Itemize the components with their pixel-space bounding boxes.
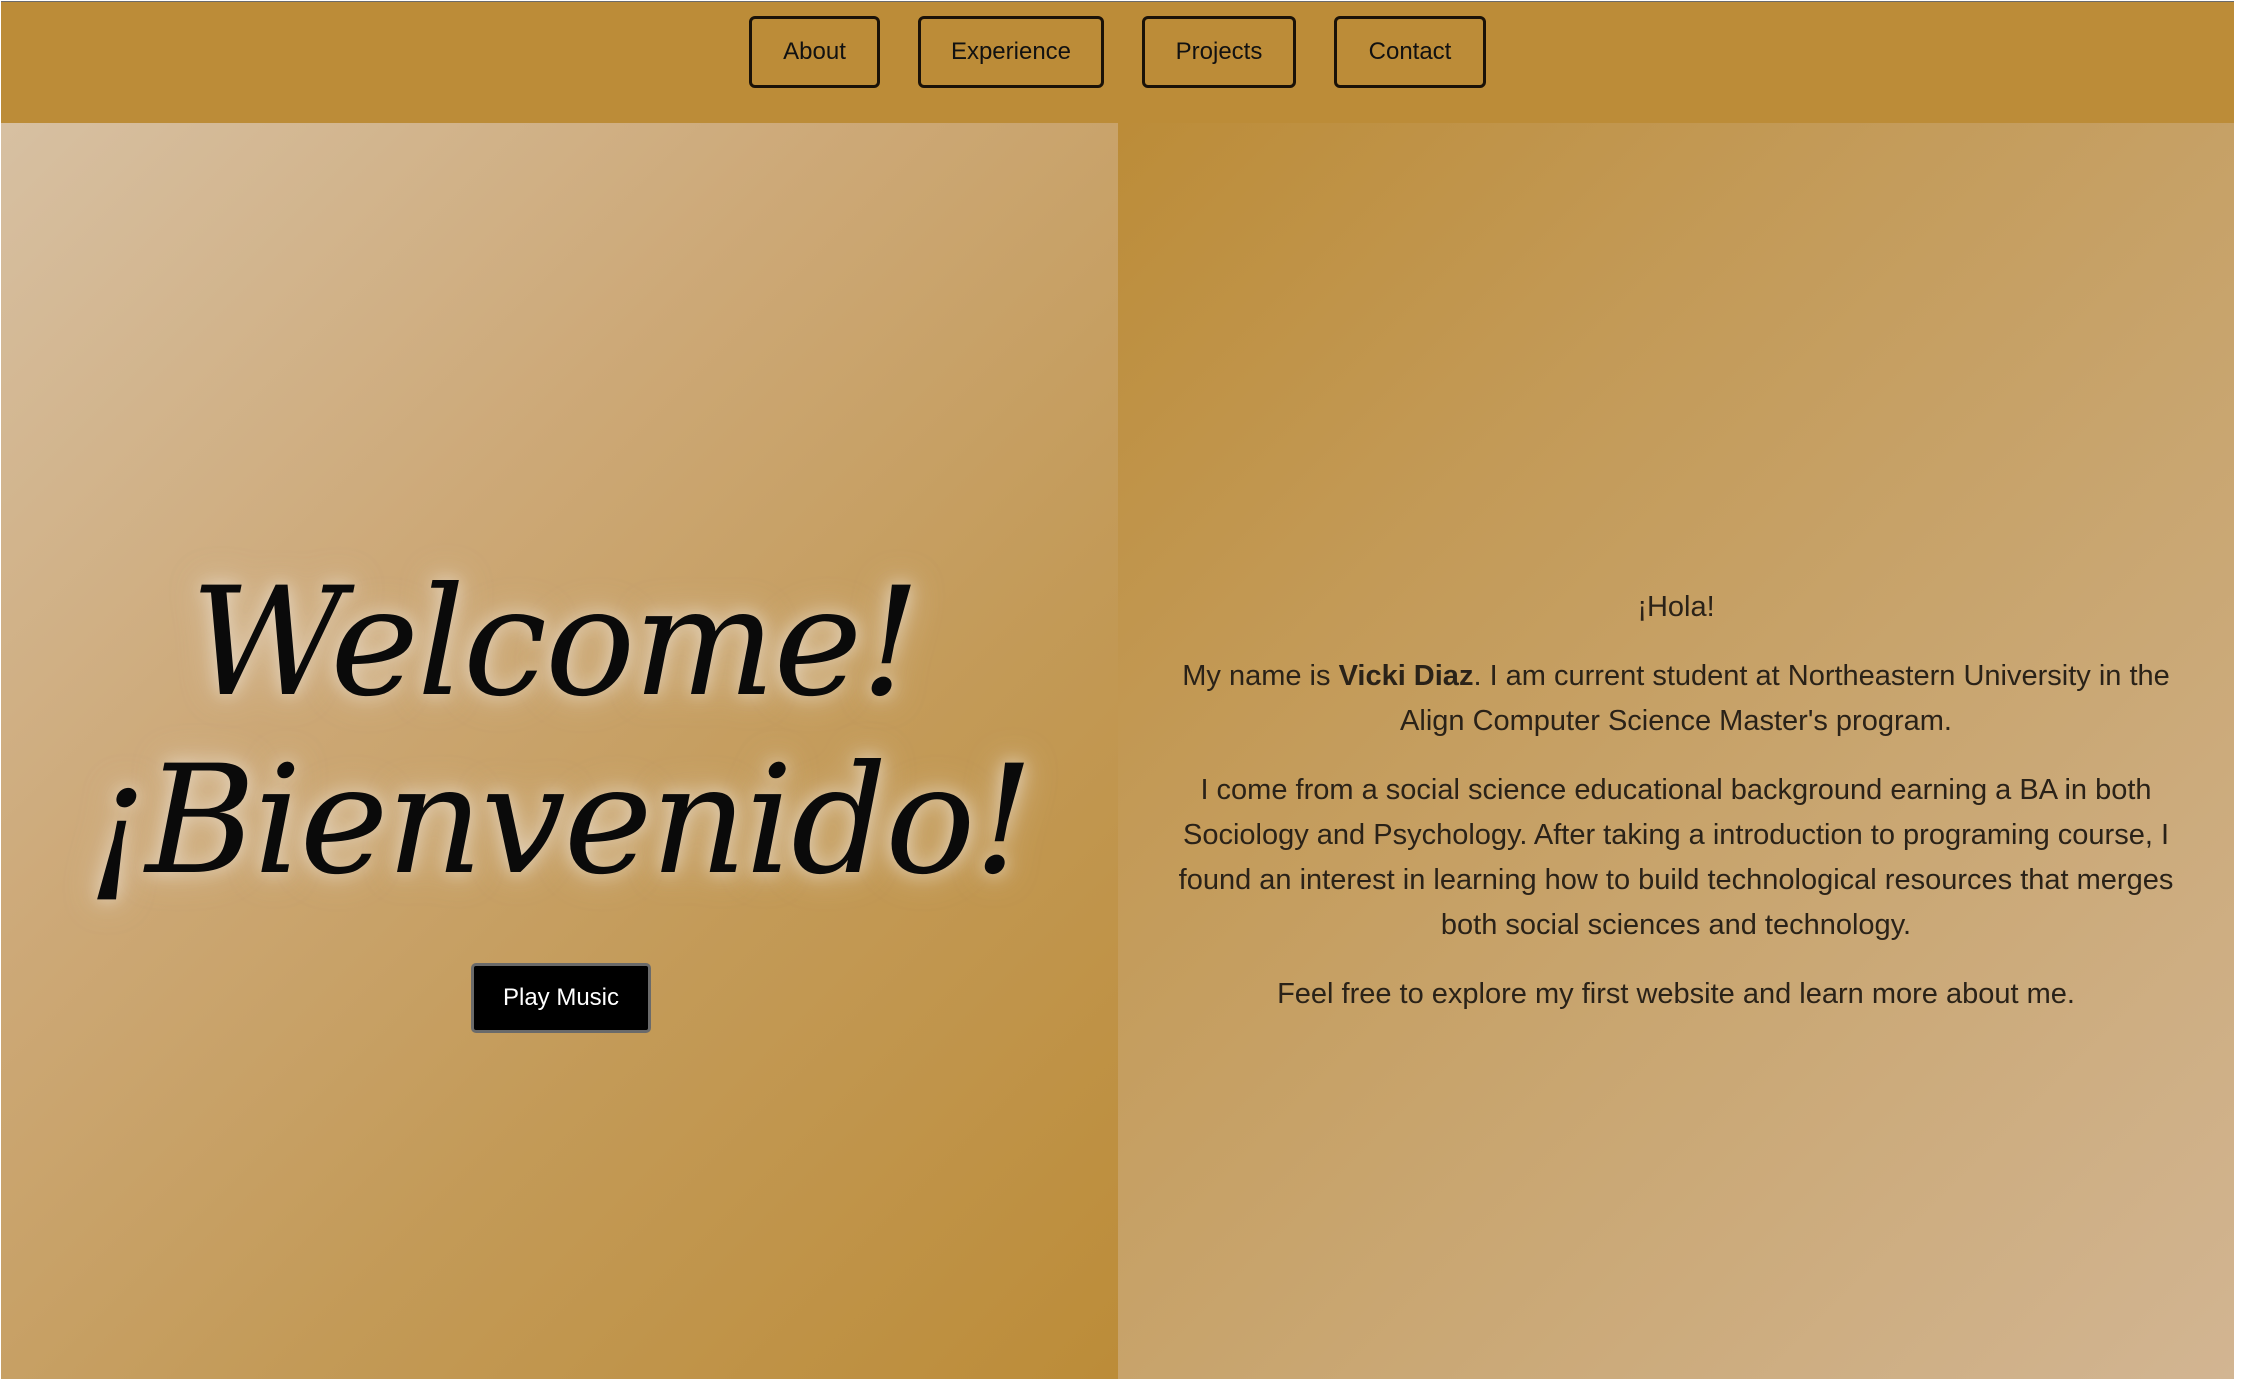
background-paragraph: I come from a social science educational… bbox=[1178, 774, 2174, 941]
intro-paragraph: My name is Vicki Diaz. I am current stud… bbox=[1158, 654, 2194, 744]
top-navbar: About Experience Projects Contact bbox=[1, 2, 2234, 123]
bienvenido-heading: ¡Bienvenido! bbox=[87, 734, 1034, 908]
nav-experience-button[interactable]: Experience bbox=[918, 16, 1104, 88]
welcome-heading: Welcome! bbox=[190, 556, 920, 730]
intro-suffix: . I am current student at Northeastern U… bbox=[1400, 660, 2170, 737]
greeting-text: ¡Hola! bbox=[1637, 591, 1715, 623]
about-text: ¡Hola! My name is Vicki Diaz. I am curre… bbox=[1158, 585, 2194, 1041]
nav-projects-button[interactable]: Projects bbox=[1142, 16, 1296, 88]
intro-prefix: My name is bbox=[1182, 660, 1339, 692]
page: About Experience Projects Contact Welcom… bbox=[1, 1, 2234, 1379]
closing-paragraph: Feel free to explore my first website an… bbox=[1277, 978, 2075, 1010]
welcome-heading-group: Welcome! ¡Bienvenido! bbox=[1, 568, 1118, 896]
nav-contact-button[interactable]: Contact bbox=[1334, 16, 1486, 88]
nav-about-button[interactable]: About bbox=[749, 16, 880, 88]
hero-section: Welcome! ¡Bienvenido! Play Music ¡Hola! … bbox=[1, 123, 2234, 1379]
welcome-panel: Welcome! ¡Bienvenido! Play Music bbox=[1, 123, 1118, 1379]
author-name: Vicki Diaz bbox=[1338, 660, 1474, 692]
play-music-button[interactable]: Play Music bbox=[471, 963, 651, 1033]
about-panel: ¡Hola! My name is Vicki Diaz. I am curre… bbox=[1118, 123, 2234, 1379]
